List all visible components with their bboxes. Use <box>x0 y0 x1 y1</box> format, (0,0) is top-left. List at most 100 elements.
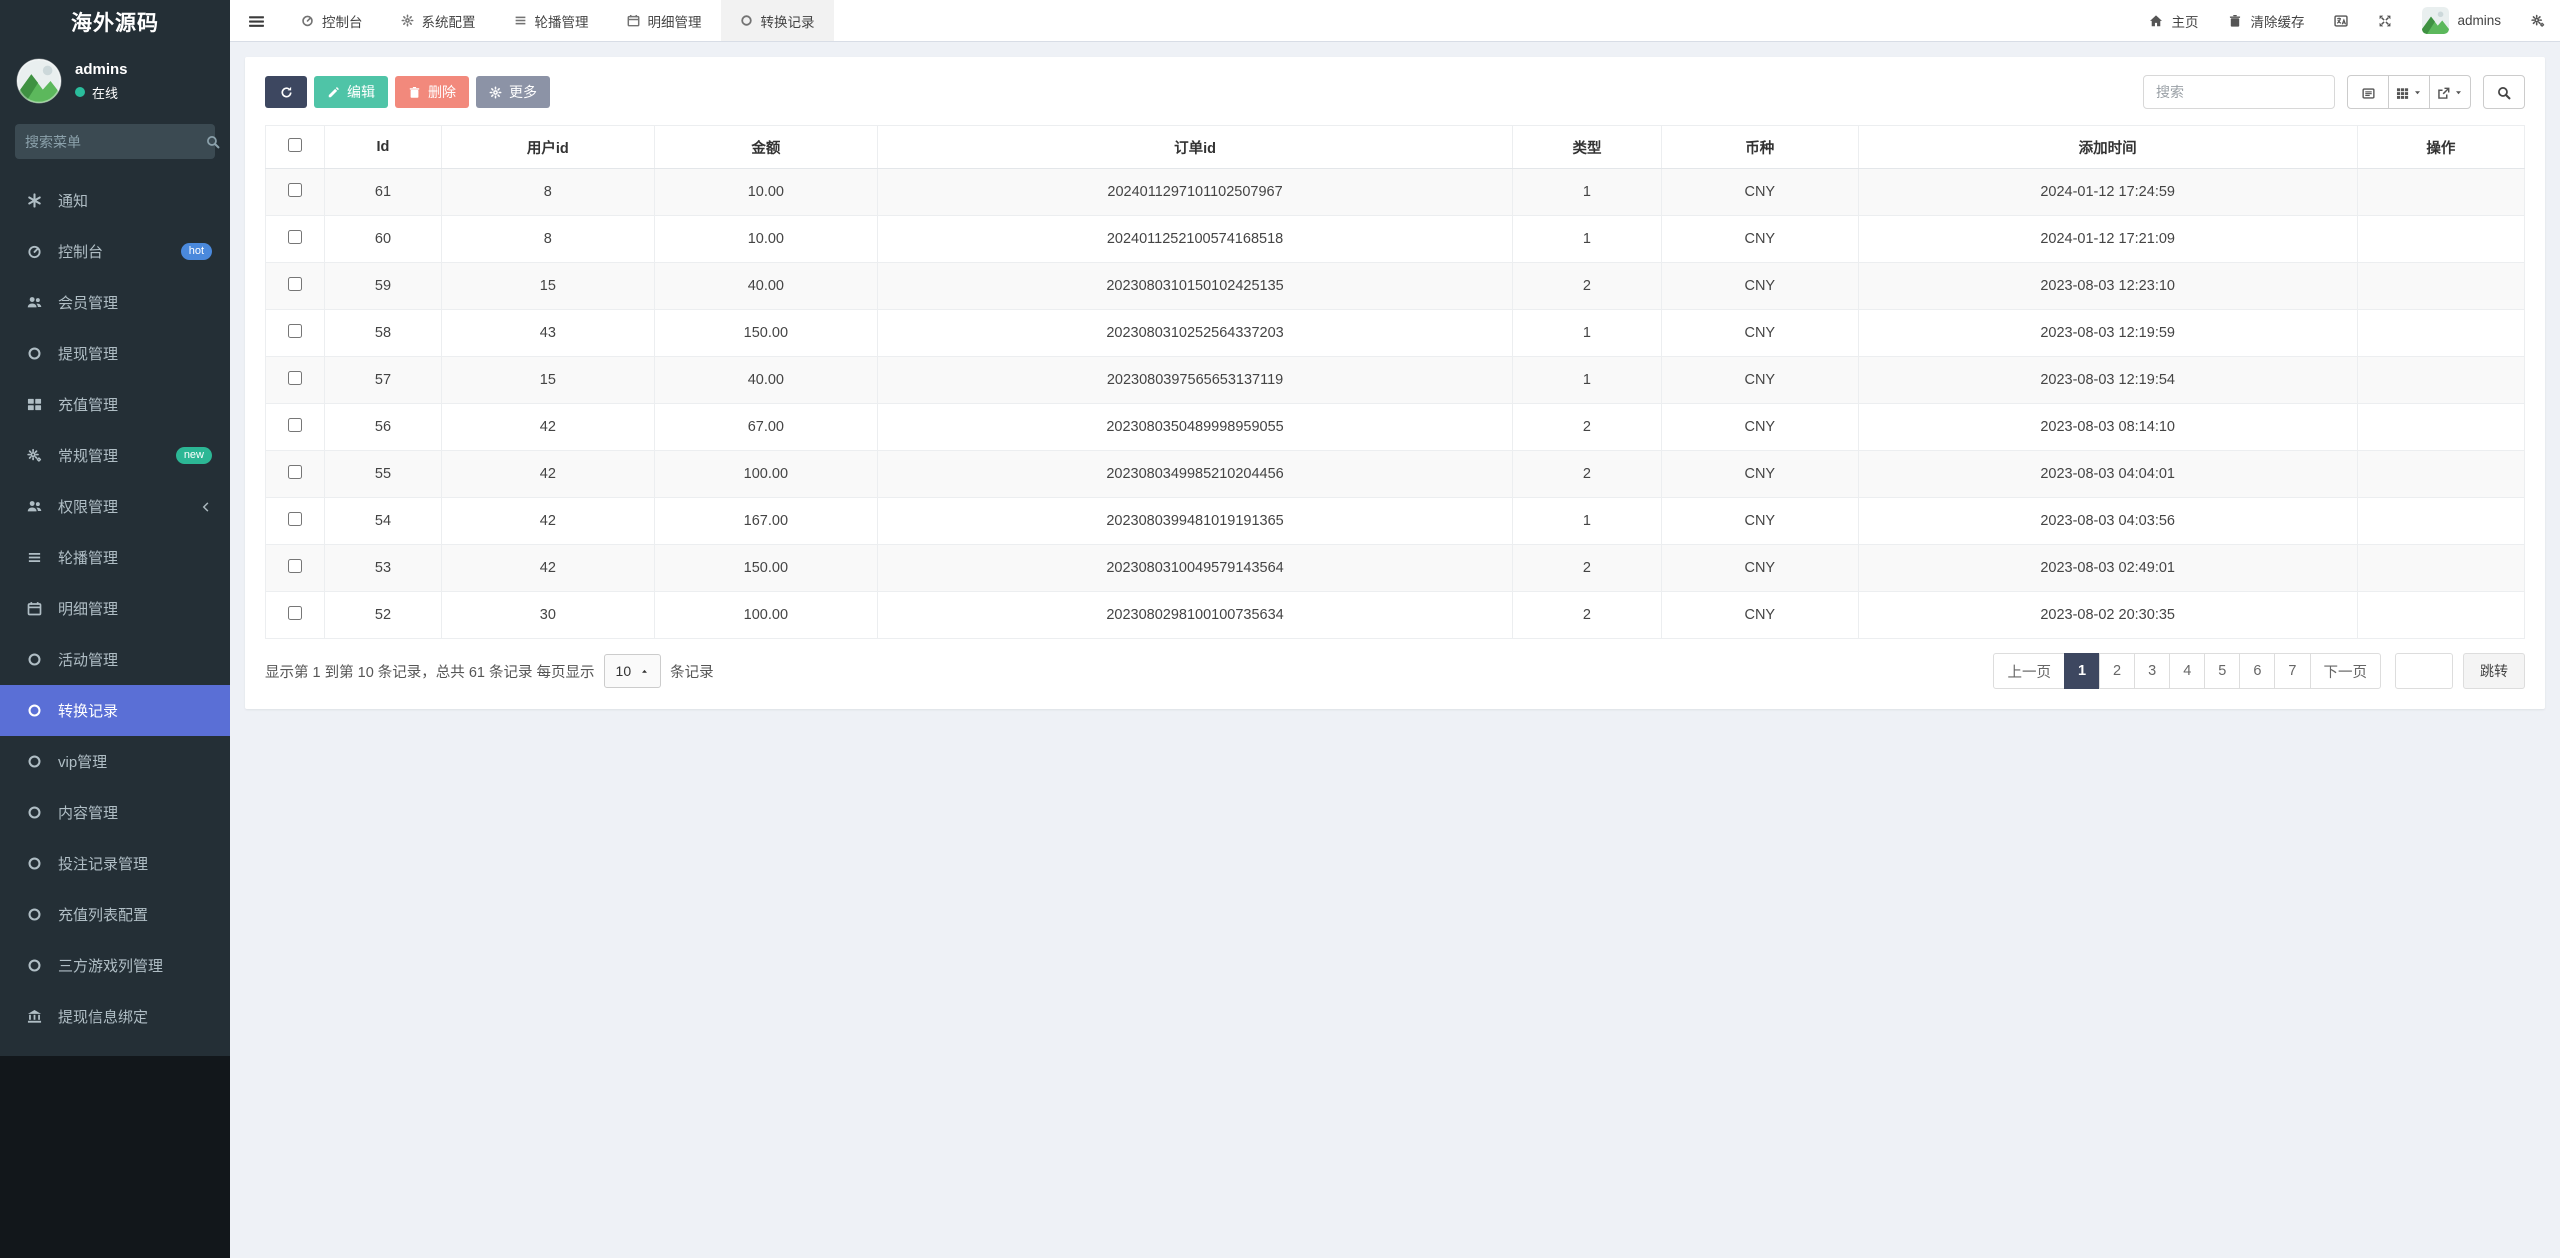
user-name: admins <box>75 60 128 78</box>
sidebar-item-withdraw[interactable]: 提现管理 <box>0 328 230 379</box>
cell-id: 59 <box>323 262 443 310</box>
page-button-4[interactable]: 4 <box>2169 653 2206 689</box>
page-button-2[interactable]: 2 <box>2099 653 2136 689</box>
column-header: 添加时间 <box>1857 125 2358 169</box>
cell-order_id: 2023080310252564337203 <box>877 309 1513 357</box>
cell-user_id: 43 <box>441 309 655 357</box>
tab-convert-records[interactable]: 转换记录 <box>720 0 834 41</box>
sidebar-item-carousel[interactable]: 轮播管理 <box>0 532 230 583</box>
sidebar-item-vip[interactable]: vip管理 <box>0 736 230 787</box>
sidebar-item-permission[interactable]: 权限管理 <box>0 481 230 532</box>
sidebar-item-recharge[interactable]: 充值管理 <box>0 379 230 430</box>
cell-amount: 67.00 <box>653 403 879 451</box>
page-button-3[interactable]: 3 <box>2134 653 2171 689</box>
sidebar-toggle-button[interactable] <box>230 0 282 41</box>
sidebar-item-third-games[interactable]: 三方游戏列管理 <box>0 940 230 991</box>
table-row[interactable]: 52 30 100.00 2023080298100100735634 2 CNY 2023… <box>265 591 2526 639</box>
jump-page-input[interactable] <box>2395 653 2453 689</box>
tab-system-config[interactable]: 系统配置 <box>382 0 495 41</box>
select-all-checkbox[interactable] <box>287 138 302 152</box>
table-row[interactable]: 58 43 150.00 2023080310252564337203 1 CNY 2023… <box>265 309 2526 357</box>
sidebar-item-activity[interactable]: 活动管理 <box>0 634 230 685</box>
circle-icon <box>25 652 44 667</box>
cell-id: 54 <box>323 497 443 545</box>
edit-button[interactable]: 编辑 <box>314 76 388 108</box>
row-checkbox[interactable] <box>287 183 302 197</box>
tab-carousel[interactable]: 轮播管理 <box>495 0 608 41</box>
cell-type: 1 <box>1511 497 1663 545</box>
pagination: 上一页 1 2 3 4 5 6 7 下一页 跳转 <box>1993 653 2525 689</box>
row-checkbox-cell <box>265 450 325 498</box>
sidebar-item-content[interactable]: 内容管理 <box>0 787 230 838</box>
page-button-7[interactable]: 7 <box>2274 653 2311 689</box>
row-checkbox[interactable] <box>287 324 302 338</box>
sidebar-item-recharge-list[interactable]: 充值列表配置 <box>0 889 230 940</box>
sidebar: 海外源码 admins 在线 通知控制台 hot 会员管理提现管理充值管理常规管理 n… <box>0 0 230 1258</box>
more-button[interactable]: 更多 <box>476 76 550 108</box>
columns-toggle-button[interactable] <box>2388 75 2430 109</box>
sidebar-item-general[interactable]: 常规管理 new <box>0 430 230 481</box>
row-checkbox[interactable] <box>287 606 302 620</box>
row-checkbox-cell <box>265 403 325 451</box>
list-alt-icon <box>2361 84 2375 99</box>
page-size-select[interactable]: 10 <box>603 654 662 688</box>
refresh-button[interactable] <box>265 76 307 108</box>
page-button-1[interactable]: 1 <box>2063 653 2101 689</box>
export-button[interactable] <box>2429 75 2471 109</box>
circle-icon <box>25 703 44 718</box>
table-row[interactable]: 53 42 150.00 2023080310049579143564 2 CNY 2023… <box>265 544 2526 592</box>
user-menu[interactable]: admins <box>2407 0 2516 41</box>
page-button-6[interactable]: 6 <box>2239 653 2276 689</box>
cell-action <box>2356 544 2526 592</box>
row-checkbox[interactable] <box>287 371 302 385</box>
sidebar-item-members[interactable]: 会员管理 <box>0 277 230 328</box>
tab-console[interactable]: 控制台 <box>282 0 382 41</box>
delete-button[interactable]: 删除 <box>395 76 469 108</box>
home-link[interactable]: 主页 <box>2134 0 2213 41</box>
pencil-icon <box>327 86 340 99</box>
table-row[interactable]: 60 8 10.00 2024011252100574168518 1 CNY 2024-0… <box>265 215 2526 263</box>
prev-page-button[interactable]: 上一页 <box>1993 653 2065 689</box>
row-checkbox[interactable] <box>287 559 302 573</box>
cell-created_at: 2024-01-12 17:21:09 <box>1857 215 2358 263</box>
search-icon[interactable] <box>206 135 220 149</box>
table-row[interactable]: 57 15 40.00 2023080397565653137119 1 CNY 2023-… <box>265 356 2526 404</box>
cell-action <box>2356 262 2526 310</box>
cell-id: 55 <box>323 450 443 498</box>
cell-amount: 150.00 <box>653 544 879 592</box>
sidebar-item-convert-records[interactable]: 转换记录 <box>0 685 230 736</box>
sidebar-item-withdraw-binding[interactable]: 提现信息绑定 <box>0 991 230 1042</box>
tab-detail[interactable]: 明细管理 <box>608 0 721 41</box>
clear-cache-button[interactable]: 清除缓存 <box>2213 0 2319 41</box>
table-row[interactable]: 55 42 100.00 2023080349985210204456 2 CNY 2023… <box>265 450 2526 498</box>
sidebar-item-bet-records[interactable]: 投注记录管理 <box>0 838 230 889</box>
next-page-button[interactable]: 下一页 <box>2309 653 2381 689</box>
sidebar-item-label: 内容管理 <box>58 805 119 822</box>
search-button[interactable] <box>2483 75 2525 109</box>
cell-created_at: 2023-08-03 04:03:56 <box>1857 497 2358 545</box>
fullscreen-button[interactable] <box>2363 0 2407 41</box>
table-row[interactable]: 56 42 67.00 2023080350489998959055 2 CNY 2023-… <box>265 403 2526 451</box>
jump-button[interactable]: 跳转 <box>2463 653 2525 689</box>
sidebar-item-detail[interactable]: 明细管理 <box>0 583 230 634</box>
language-button[interactable] <box>2319 0 2363 41</box>
detail-view-button[interactable] <box>2347 75 2389 109</box>
menu-search-input[interactable] <box>25 133 206 150</box>
row-checkbox[interactable] <box>287 418 302 432</box>
settings-button[interactable] <box>2516 0 2560 41</box>
cell-type: 2 <box>1511 591 1663 639</box>
sidebar-item-notice[interactable]: 通知 <box>0 175 230 226</box>
table-row[interactable]: 59 15 40.00 2023080310150102425135 2 CNY 2023-… <box>265 262 2526 310</box>
table-row[interactable]: 61 8 10.00 2024011297101102507967 1 CNY 2024-0… <box>265 168 2526 216</box>
page-button-5[interactable]: 5 <box>2204 653 2241 689</box>
column-header: 金额 <box>653 125 879 169</box>
table-row[interactable]: 54 42 167.00 2023080399481019191365 1 CNY 2023… <box>265 497 2526 545</box>
row-checkbox[interactable] <box>287 512 302 526</box>
row-checkbox[interactable] <box>287 277 302 291</box>
row-checkbox[interactable] <box>287 465 302 479</box>
table-search-input[interactable] <box>2143 75 2335 109</box>
sidebar-item-console[interactable]: 控制台 hot <box>0 226 230 277</box>
cell-amount: 167.00 <box>653 497 879 545</box>
cogs-icon <box>25 448 44 463</box>
row-checkbox[interactable] <box>287 230 302 244</box>
